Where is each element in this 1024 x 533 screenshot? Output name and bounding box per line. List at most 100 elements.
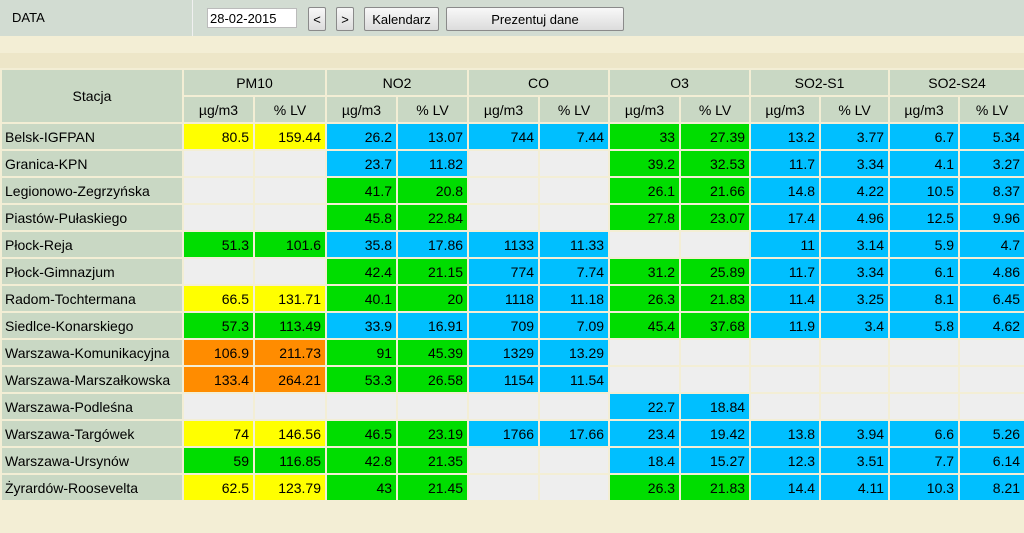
date-label: DATA: [12, 10, 45, 25]
pollutant-header-pm10: PM10: [181, 68, 328, 97]
concentration-cell: 14.8: [749, 176, 822, 205]
limit-percent-cell: [538, 446, 611, 475]
limit-percent-cell: [252, 257, 328, 286]
station-name: Warszawa-Podleśna: [0, 392, 184, 421]
table-row: Radom-Tochtermana 66.5 131.71 40.1 20 1118 11.…: [0, 284, 1024, 313]
concentration-cell: 11.7: [749, 149, 822, 178]
limit-percent-cell: 16.91: [396, 311, 470, 340]
concentration-cell: 5.9: [888, 230, 961, 259]
pollutant-header-so2-s24: SO2-S24: [888, 68, 1024, 97]
concentration-cell: 12.5: [888, 203, 961, 232]
lv-header: % LV: [958, 95, 1024, 124]
concentration-cell: 26.3: [608, 473, 682, 502]
limit-percent-cell: 20.8: [396, 176, 470, 205]
unit-header: µg/m3: [325, 95, 399, 124]
limit-percent-cell: 4.11: [819, 473, 891, 502]
concentration-cell: [325, 392, 399, 421]
limit-percent-cell: 264.21: [252, 365, 328, 394]
limit-percent-cell: 19.42: [679, 419, 752, 448]
concentration-cell: 8.1: [888, 284, 961, 313]
pollutant-header-so2-s1: SO2-S1: [749, 68, 891, 97]
limit-percent-cell: 15.27: [679, 446, 752, 475]
next-day-button[interactable]: >: [336, 7, 354, 31]
concentration-cell: 7.7: [888, 446, 961, 475]
concentration-cell: [467, 446, 541, 475]
limit-percent-cell: 3.34: [819, 257, 891, 286]
pollutant-header-co: CO: [467, 68, 611, 97]
pollutant-header-no2: NO2: [325, 68, 470, 97]
limit-percent-cell: [819, 365, 891, 394]
limit-percent-cell: 3.4: [819, 311, 891, 340]
concentration-cell: 40.1: [325, 284, 399, 313]
limit-percent-cell: [958, 338, 1024, 367]
limit-percent-cell: 211.73: [252, 338, 328, 367]
limit-percent-cell: 131.71: [252, 284, 328, 313]
concentration-cell: 1329: [467, 338, 541, 367]
station-name: Granica-KPN: [0, 149, 184, 178]
limit-percent-cell: 4.86: [958, 257, 1024, 286]
concentration-cell: 51.3: [182, 230, 255, 259]
table-row: Warszawa-Podleśna 22.7 18.84: [0, 392, 1024, 421]
concentration-cell: 26.3: [608, 284, 682, 313]
concentration-cell: [888, 392, 961, 421]
concentration-cell: 26.1: [608, 176, 682, 205]
concentration-cell: 17.4: [749, 203, 822, 232]
limit-percent-cell: 21.45: [396, 473, 470, 502]
concentration-cell: 6.6: [888, 419, 961, 448]
limit-percent-cell: 113.49: [252, 311, 328, 340]
present-data-button[interactable]: Prezentuj dane: [446, 7, 624, 31]
concentration-cell: [467, 149, 541, 178]
concentration-cell: 23.7: [325, 149, 399, 178]
limit-percent-cell: [538, 203, 611, 232]
lv-header: % LV: [396, 95, 470, 124]
concentration-cell: 27.8: [608, 203, 682, 232]
concentration-cell: [182, 176, 255, 205]
concentration-cell: 13.8: [749, 419, 822, 448]
lv-header: % LV: [252, 95, 328, 124]
concentration-cell: [182, 392, 255, 421]
limit-percent-cell: [252, 149, 328, 178]
date-input[interactable]: [207, 8, 297, 28]
calendar-button[interactable]: Kalendarz: [364, 7, 439, 31]
limit-percent-cell: 5.34: [958, 122, 1024, 151]
concentration-cell: 744: [467, 122, 541, 151]
concentration-cell: 4.1: [888, 149, 961, 178]
concentration-cell: 80.5: [182, 122, 255, 151]
station-name: Warszawa-Targówek: [0, 419, 184, 448]
station-name: Warszawa-Komunikacyjna: [0, 338, 184, 367]
table-row: Siedlce-Konarskiego 57.3 113.49 33.9 16.91 70…: [0, 311, 1024, 340]
limit-percent-cell: 3.34: [819, 149, 891, 178]
limit-percent-cell: [252, 203, 328, 232]
limit-percent-cell: [538, 473, 611, 502]
table-body: Belsk-IGFPAN 80.5 159.44 26.2 13.07 744 7.44 33…: [0, 122, 1024, 502]
concentration-cell: [888, 338, 961, 367]
station-name: Legionowo-Zegrzyńska: [0, 176, 184, 205]
limit-percent-cell: 26.58: [396, 365, 470, 394]
header-row-pollutants: Stacja PM10 NO2 CO O3 SO2-S1 SO2-S24: [0, 68, 1024, 124]
limit-percent-cell: 21.35: [396, 446, 470, 475]
table-row: Płock-Gimnazjum 42.4 21.15 774 7.74 31.2 25.89…: [0, 257, 1024, 286]
concentration-cell: [608, 365, 682, 394]
concentration-cell: 66.5: [182, 284, 255, 313]
limit-percent-cell: 21.83: [679, 284, 752, 313]
previous-day-button[interactable]: <: [308, 7, 326, 31]
lv-header: % LV: [538, 95, 611, 124]
toolbar-divider: [192, 0, 193, 36]
concentration-cell: [182, 203, 255, 232]
toolbar: DATA < > Kalendarz Prezentuj dane: [0, 0, 1024, 36]
limit-percent-cell: 21.83: [679, 473, 752, 502]
limit-percent-cell: 3.94: [819, 419, 891, 448]
unit-header: µg/m3: [182, 95, 255, 124]
limit-percent-cell: 6.45: [958, 284, 1024, 313]
limit-percent-cell: [538, 149, 611, 178]
limit-percent-cell: 4.96: [819, 203, 891, 232]
limit-percent-cell: [679, 230, 752, 259]
concentration-cell: 45.8: [325, 203, 399, 232]
station-name: Siedlce-Konarskiego: [0, 311, 184, 340]
table-row: Granica-KPN 23.7 11.82 39.2 32.53 11.7 3.34 4.1…: [0, 149, 1024, 178]
limit-percent-cell: 37.68: [679, 311, 752, 340]
spacer-band: [0, 36, 1024, 53]
concentration-cell: [888, 365, 961, 394]
limit-percent-cell: 6.14: [958, 446, 1024, 475]
concentration-cell: 6.7: [888, 122, 961, 151]
